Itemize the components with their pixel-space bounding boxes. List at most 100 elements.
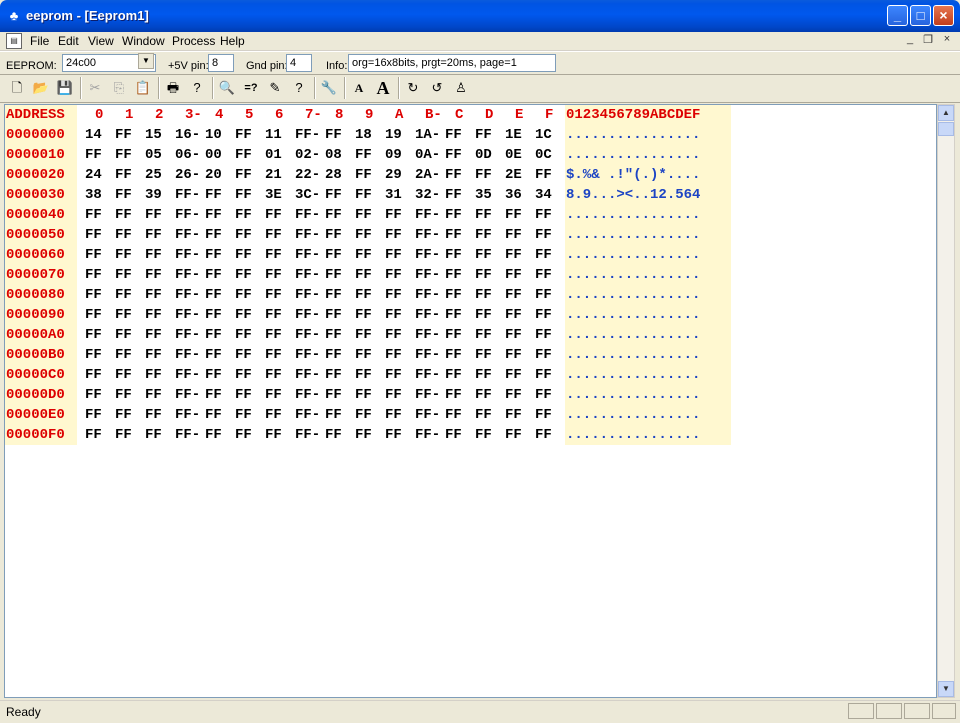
- hex-byte[interactable]: FF: [265, 325, 282, 345]
- hex-byte[interactable]: FF: [325, 365, 342, 385]
- hex-byte[interactable]: FF: [505, 365, 522, 385]
- hex-byte[interactable]: FF-: [295, 265, 320, 285]
- hex-byte[interactable]: FF: [385, 345, 402, 365]
- hex-byte[interactable]: FF-: [175, 225, 200, 245]
- hex-byte[interactable]: FF: [265, 305, 282, 325]
- hex-byte[interactable]: FF: [535, 265, 552, 285]
- hex-byte[interactable]: 0D: [475, 145, 492, 165]
- hex-byte[interactable]: FF: [235, 225, 252, 245]
- hex-byte[interactable]: FF: [385, 425, 402, 445]
- hex-byte[interactable]: FF: [475, 405, 492, 425]
- hex-byte[interactable]: 14: [85, 125, 102, 145]
- hex-byte[interactable]: FF: [85, 385, 102, 405]
- hex-byte[interactable]: FF: [205, 225, 222, 245]
- hex-byte[interactable]: 0A-: [415, 145, 440, 165]
- hex-byte[interactable]: FF: [325, 405, 342, 425]
- new-icon[interactable]: 🗋: [6, 77, 28, 99]
- hex-byte[interactable]: FF: [235, 405, 252, 425]
- hex-byte[interactable]: FF: [475, 125, 492, 145]
- hex-byte[interactable]: FF: [235, 365, 252, 385]
- hex-byte[interactable]: FF: [535, 165, 552, 185]
- hex-byte[interactable]: FF-: [295, 405, 320, 425]
- hex-byte[interactable]: 15: [145, 125, 162, 145]
- hex-byte[interactable]: FF: [115, 145, 132, 165]
- hex-byte[interactable]: FF: [475, 225, 492, 245]
- hex-byte[interactable]: FF: [85, 145, 102, 165]
- ascii-text[interactable]: ................: [566, 225, 700, 245]
- hex-byte[interactable]: FF: [535, 285, 552, 305]
- hex-byte[interactable]: 01: [265, 145, 282, 165]
- ascii-text[interactable]: ................: [566, 285, 700, 305]
- hex-byte[interactable]: FF: [85, 425, 102, 445]
- title-bar[interactable]: ♣ eeprom - [Eeprom1] _ □ ×: [0, 0, 960, 32]
- hex-byte[interactable]: 32-: [415, 185, 440, 205]
- ascii-text[interactable]: ................: [566, 265, 700, 285]
- ascii-text[interactable]: ................: [566, 125, 700, 145]
- ascii-text[interactable]: ................: [566, 205, 700, 225]
- document-icon[interactable]: ▤: [6, 33, 22, 49]
- hex-byte[interactable]: 28: [325, 165, 342, 185]
- hex-byte[interactable]: FF: [475, 365, 492, 385]
- hex-byte[interactable]: 34: [535, 185, 552, 205]
- ascii-text[interactable]: ................: [566, 305, 700, 325]
- hex-byte[interactable]: FF: [505, 345, 522, 365]
- hex-byte[interactable]: FF: [385, 385, 402, 405]
- hex-byte[interactable]: FF: [265, 285, 282, 305]
- cut-icon[interactable]: ✂: [84, 77, 106, 99]
- hex-byte[interactable]: FF: [385, 265, 402, 285]
- hex-byte[interactable]: FF: [85, 225, 102, 245]
- ascii-text[interactable]: $.%& .!"(.)*....: [566, 165, 700, 185]
- hex-byte[interactable]: FF: [85, 365, 102, 385]
- hex-byte[interactable]: FF-: [295, 245, 320, 265]
- menu-view[interactable]: View: [88, 34, 114, 48]
- hex-byte[interactable]: FF: [115, 365, 132, 385]
- hex-byte[interactable]: FF: [355, 285, 372, 305]
- app-icon[interactable]: ♣: [6, 8, 22, 24]
- hex-byte[interactable]: FF: [115, 405, 132, 425]
- hex-byte[interactable]: FF: [535, 245, 552, 265]
- hex-byte[interactable]: FF: [115, 385, 132, 405]
- hex-byte[interactable]: FF-: [415, 425, 440, 445]
- hex-byte[interactable]: FF: [475, 285, 492, 305]
- hex-byte[interactable]: FF: [115, 285, 132, 305]
- hex-byte[interactable]: FF-: [175, 265, 200, 285]
- hex-byte[interactable]: FF: [205, 185, 222, 205]
- hex-byte[interactable]: FF: [475, 245, 492, 265]
- hex-byte[interactable]: FF-: [175, 365, 200, 385]
- help-icon[interactable]: ?: [186, 77, 208, 99]
- hex-byte[interactable]: FF: [535, 365, 552, 385]
- hex-byte[interactable]: FF: [505, 385, 522, 405]
- hex-byte[interactable]: FF: [325, 205, 342, 225]
- menu-help[interactable]: Help: [220, 34, 245, 48]
- hex-byte[interactable]: FF: [325, 225, 342, 245]
- hex-byte[interactable]: FF: [505, 405, 522, 425]
- hex-byte[interactable]: FF: [355, 405, 372, 425]
- hex-byte[interactable]: FF: [265, 425, 282, 445]
- hex-byte[interactable]: 22-: [295, 165, 320, 185]
- hex-byte[interactable]: FF: [205, 405, 222, 425]
- hex-editor[interactable]: ADDRESS 0 1 2 3- 4 5 6 7- 8 9 A B- C D E F 0123456789ABCD…: [4, 104, 937, 698]
- hex-byte[interactable]: FF: [235, 305, 252, 325]
- hex-byte[interactable]: FF: [355, 325, 372, 345]
- ascii-text[interactable]: ................: [566, 385, 700, 405]
- hex-byte[interactable]: FF: [205, 345, 222, 365]
- hex-byte[interactable]: FF: [145, 405, 162, 425]
- hex-byte[interactable]: FF: [475, 265, 492, 285]
- minimize-button[interactable]: _: [887, 5, 908, 26]
- hex-byte[interactable]: FF: [235, 185, 252, 205]
- hex-byte[interactable]: 05: [145, 145, 162, 165]
- menu-process[interactable]: Process: [172, 34, 215, 48]
- hex-byte[interactable]: FF: [445, 225, 462, 245]
- hex-byte[interactable]: FF: [385, 225, 402, 245]
- hex-byte[interactable]: FF: [235, 285, 252, 305]
- hex-byte[interactable]: FF: [445, 425, 462, 445]
- paste-icon[interactable]: 📋: [132, 77, 154, 99]
- hex-byte[interactable]: FF: [355, 145, 372, 165]
- ascii-text[interactable]: ................: [566, 325, 700, 345]
- hex-byte[interactable]: FF: [145, 265, 162, 285]
- hex-byte[interactable]: 35: [475, 185, 492, 205]
- hex-byte[interactable]: FF: [535, 425, 552, 445]
- hex-byte[interactable]: FF: [145, 285, 162, 305]
- hex-byte[interactable]: FF: [475, 425, 492, 445]
- save-icon[interactable]: 💾: [54, 77, 76, 99]
